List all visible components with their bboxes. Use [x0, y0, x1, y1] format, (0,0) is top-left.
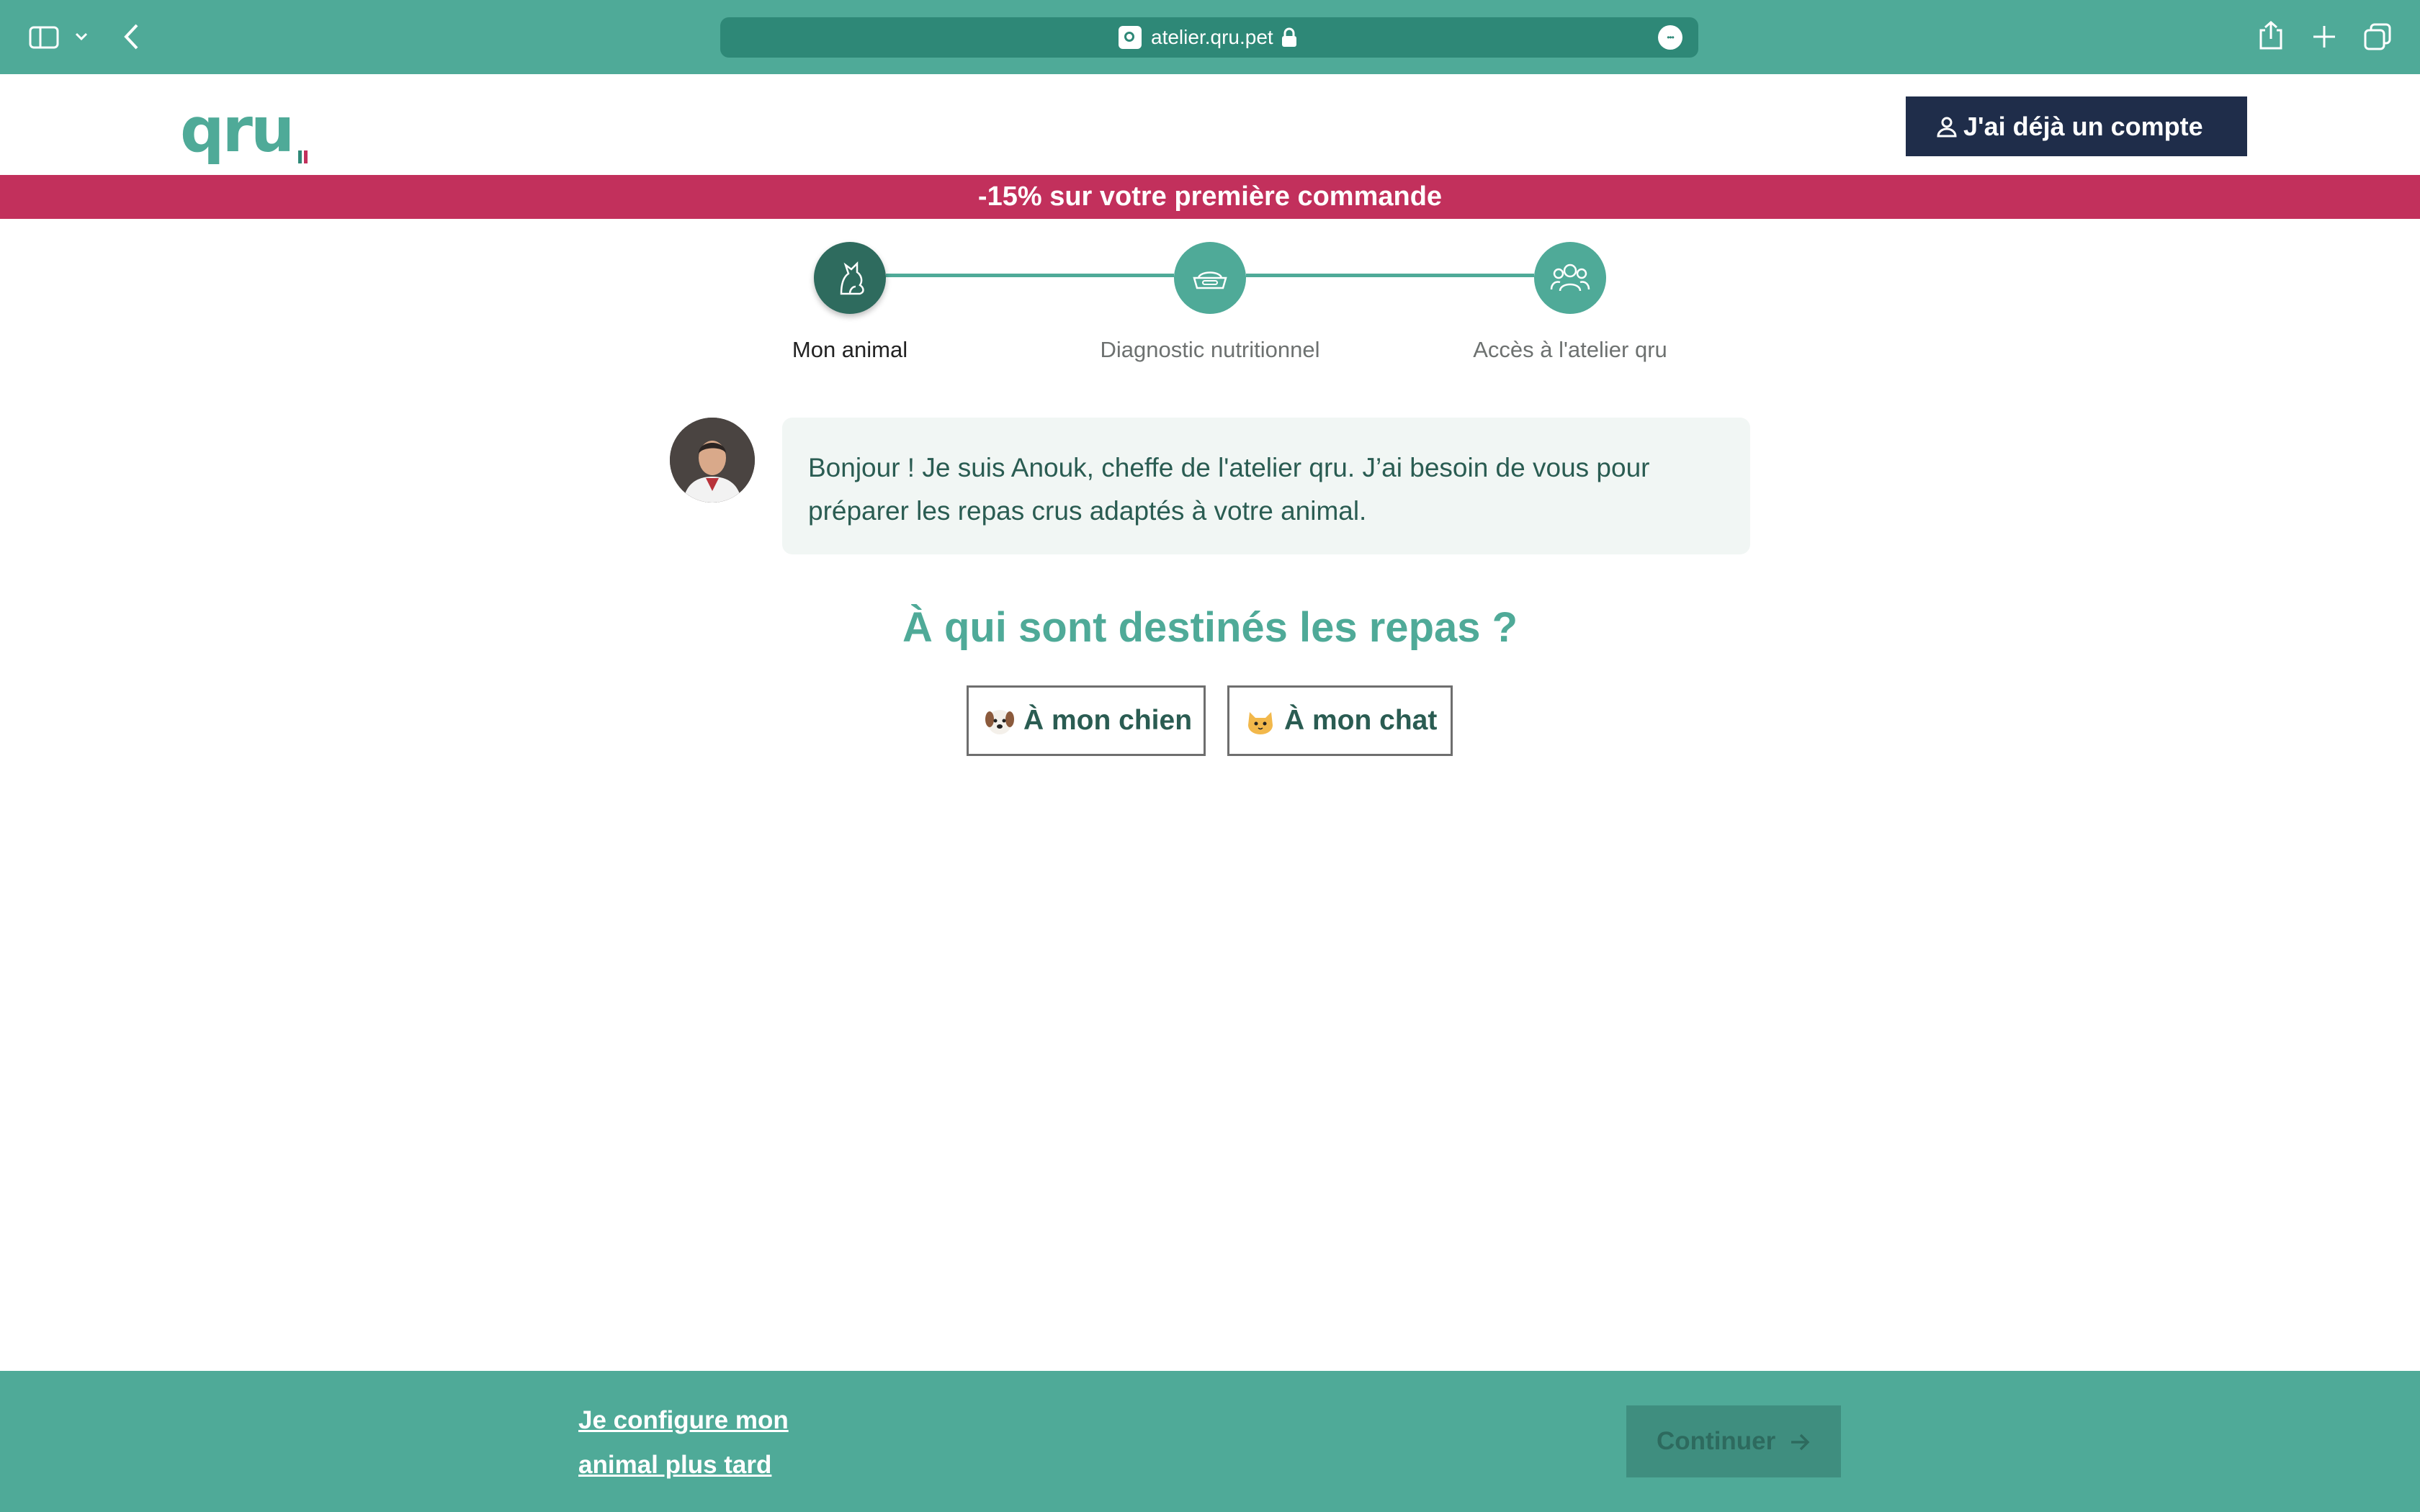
- option-cat-button[interactable]: À mon chat: [1227, 685, 1453, 756]
- step-3-circle: [1534, 242, 1606, 314]
- new-tab-icon[interactable]: [2312, 24, 2336, 49]
- tabs-icon[interactable]: [2364, 23, 2391, 50]
- option-dog-label: À mon chien: [1023, 705, 1193, 736]
- site-header: qru J'ai déjà un compte: [0, 74, 2420, 175]
- dog-emoji-icon: [985, 710, 1014, 734]
- flag-icon: [298, 150, 308, 163]
- site-icon: [1119, 26, 1142, 49]
- step-3-label: Accès à l'atelier qru: [1473, 337, 1667, 362]
- address-bar[interactable]: atelier.qru.pet: [720, 17, 1698, 58]
- step-1-label: Mon animal: [792, 337, 908, 362]
- food-bowl-icon: [1193, 271, 1227, 289]
- chevron-down-icon[interactable]: [75, 32, 88, 42]
- continue-button[interactable]: Continuer: [1626, 1405, 1841, 1477]
- step-connector: [886, 274, 1174, 277]
- browser-toolbar: atelier.qru.pet: [0, 0, 2420, 74]
- question-title: À qui sont destinés les repas ?: [902, 604, 1518, 651]
- option-cat-label: À mon chat: [1284, 705, 1438, 736]
- chef-portrait-icon: [670, 418, 755, 503]
- sidebar-icon[interactable]: [29, 26, 59, 49]
- community-icon: [1550, 264, 1590, 292]
- arrow-right-icon: [1791, 1434, 1810, 1451]
- more-icon[interactable]: [1658, 25, 1682, 50]
- chef-avatar: [670, 418, 755, 503]
- chat-bubble: Bonjour ! Je suis Anouk, cheffe de l'ate…: [782, 418, 1750, 554]
- login-button-label: J'ai déjà un compte: [1963, 111, 2203, 141]
- configure-later-link[interactable]: Je configure mon animal plus tard: [578, 1398, 838, 1488]
- logo-text: qru: [180, 94, 295, 166]
- step-2-circle: [1174, 242, 1246, 314]
- step-connector: [1246, 274, 1534, 277]
- dog-cat-icon: [840, 261, 864, 295]
- continue-button-label: Continuer: [1657, 1427, 1776, 1455]
- url-text: atelier.qru.pet: [1151, 26, 1273, 48]
- lock-icon: [1282, 27, 1296, 47]
- option-dog-button[interactable]: À mon chien: [967, 685, 1206, 756]
- footer-bar: Je configure mon animal plus tard Contin…: [0, 1371, 2420, 1512]
- qru-logo[interactable]: qru: [180, 94, 317, 166]
- user-icon: [1937, 117, 1957, 138]
- login-button[interactable]: J'ai déjà un compte: [1906, 96, 2247, 156]
- promo-banner: -15% sur votre première commande: [0, 175, 2420, 219]
- cat-emoji-icon: [1248, 712, 1273, 734]
- step-2-label: Diagnostic nutritionnel: [1100, 337, 1320, 362]
- step-1-circle: [814, 242, 886, 314]
- back-icon[interactable]: [122, 23, 140, 50]
- share-icon[interactable]: [2259, 20, 2283, 50]
